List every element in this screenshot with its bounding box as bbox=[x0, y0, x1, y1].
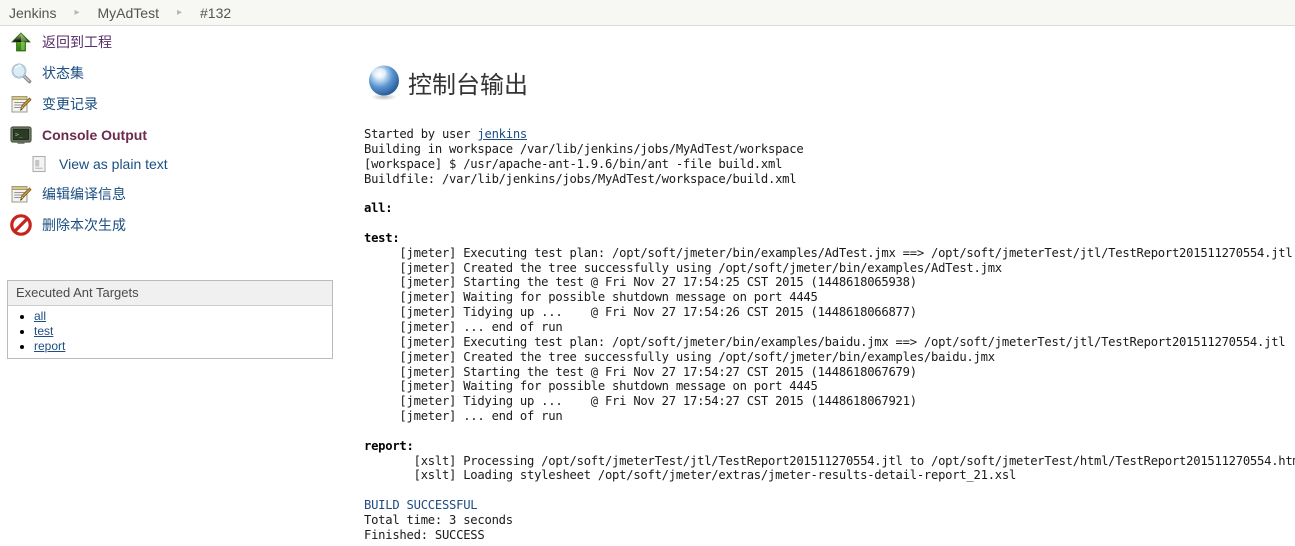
sidebar-item-delete-build[interactable]: 删除本次生成 bbox=[0, 209, 345, 240]
breadcrumb-jenkins[interactable]: Jenkins bbox=[7, 5, 58, 21]
log-line: [jmeter] Executing test plan: /opt/soft/… bbox=[364, 245, 1293, 260]
sidebar-item-label[interactable]: View as plain text bbox=[59, 156, 168, 172]
ant-target-link[interactable]: test bbox=[34, 324, 53, 338]
notepad-edit-icon bbox=[9, 92, 33, 116]
log-blank-line bbox=[364, 424, 1289, 439]
executed-ant-targets-panel: Executed Ant Targets all test report bbox=[7, 280, 333, 359]
sidebar-item-edit-build-information[interactable]: 编辑编译信息 bbox=[0, 178, 345, 209]
blue-sphere-icon bbox=[364, 62, 404, 102]
log-line: [jmeter] Created the tree successfully u… bbox=[364, 260, 1002, 275]
sidebar-item-label[interactable]: 变更记录 bbox=[42, 94, 98, 114]
sidebar-item-label: Console Output bbox=[42, 126, 147, 143]
log-target-name: all: bbox=[364, 201, 393, 216]
log-line: Buildfile: /var/lib/jenkins/jobs/MyAdTes… bbox=[364, 171, 797, 186]
log-line: [jmeter] Starting the test @ Fri Nov 27 … bbox=[364, 275, 917, 290]
log-target-header: all: bbox=[364, 201, 1289, 216]
main-content: 控制台输出 Started by user jenkins Building in… bbox=[364, 26, 1295, 543]
breadcrumb-build-132[interactable]: #132 bbox=[198, 5, 233, 21]
breadcrumb-separator-icon: ▸ bbox=[176, 7, 182, 18]
log-line-started-by-user: Started by user jenkins bbox=[364, 127, 528, 141]
log-target-name: report: bbox=[364, 438, 414, 453]
magnifier-icon bbox=[9, 61, 33, 85]
sidebar-item-console-output[interactable]: >_ Console Output bbox=[0, 119, 345, 150]
sidebar-item-back-to-project[interactable]: 返回到工程 bbox=[0, 26, 345, 57]
log-blank-line bbox=[364, 186, 1289, 201]
log-line: [jmeter] Waiting for possible shutdown m… bbox=[364, 379, 818, 394]
list-item: report bbox=[34, 339, 332, 354]
log-line: [jmeter] Starting the test @ Fri Nov 27 … bbox=[364, 364, 917, 379]
breadcrumb-myadtest[interactable]: MyAdTest bbox=[96, 5, 161, 21]
notepad-edit-icon bbox=[9, 182, 33, 206]
svg-text:>_: >_ bbox=[15, 130, 23, 138]
log-blank-line bbox=[364, 216, 1289, 231]
sidebar-item-changes[interactable]: 变更记录 bbox=[0, 88, 345, 119]
log-line: Building in workspace /var/lib/jenkins/j… bbox=[364, 141, 804, 156]
log-line: [jmeter] Executing test plan: /opt/soft/… bbox=[364, 334, 1286, 349]
sidebar-item-label[interactable]: 删除本次生成 bbox=[42, 215, 126, 235]
log-target-header: report: bbox=[364, 439, 1289, 454]
status-badge: BUILD SUCCESSFUL bbox=[364, 498, 478, 513]
sidebar-item-status-set[interactable]: 状态集 bbox=[0, 57, 345, 88]
log-line: [jmeter] Waiting for possible shutdown m… bbox=[364, 290, 818, 305]
log-line: [jmeter] Tidying up ... @ Fri Nov 27 17:… bbox=[364, 305, 917, 320]
log-line: [jmeter] Tidying up ... @ Fri Nov 27 17:… bbox=[364, 394, 917, 409]
build-status-line: BUILD SUCCESSFUL bbox=[364, 498, 1289, 513]
user-link[interactable]: jenkins bbox=[477, 127, 527, 141]
log-target-name: test: bbox=[364, 230, 400, 245]
log-line: [jmeter] ... end of run bbox=[364, 319, 563, 334]
up-arrow-icon bbox=[9, 30, 33, 54]
sidebar-item-label[interactable]: 状态集 bbox=[42, 63, 84, 83]
log-line: [workspace] $ /usr/apache-ant-1.9.6/bin/… bbox=[364, 156, 783, 171]
ant-target-link[interactable]: report bbox=[34, 339, 65, 353]
sidebar: 返回到工程 状态集 变更记录 >_ Console Output View as… bbox=[0, 26, 345, 240]
panel-title: Executed Ant Targets bbox=[8, 281, 332, 306]
page-title: 控制台输出 bbox=[364, 59, 1289, 105]
sidebar-item-label[interactable]: 编辑编译信息 bbox=[42, 184, 126, 204]
log-line: [xslt] Loading stylesheet /opt/soft/jmet… bbox=[364, 468, 1017, 483]
log-blank-line bbox=[364, 483, 1289, 498]
log-line: Total time: 3 seconds bbox=[364, 512, 513, 527]
ant-target-link[interactable]: all bbox=[34, 309, 46, 323]
sidebar-item-label[interactable]: 返回到工程 bbox=[42, 32, 112, 52]
page-title-text: 控制台输出 bbox=[408, 70, 528, 99]
list-item: test bbox=[34, 324, 332, 339]
log-line: [jmeter] ... end of run bbox=[364, 409, 563, 424]
console-output-log[interactable]: Started by user jenkins Building in works… bbox=[364, 127, 1295, 543]
log-target-header: test: bbox=[364, 231, 1289, 246]
log-line: [xslt] Processing /opt/soft/jmeterTest/j… bbox=[364, 453, 1295, 468]
log-line: Finished: SUCCESS bbox=[364, 527, 485, 542]
terminal-icon: >_ bbox=[9, 123, 33, 147]
breadcrumb-separator-icon: ▸ bbox=[74, 7, 80, 18]
ant-targets-list: all test report bbox=[8, 309, 332, 354]
no-entry-icon bbox=[9, 213, 33, 237]
list-item: all bbox=[34, 309, 332, 324]
document-icon bbox=[29, 154, 49, 174]
breadcrumb: Jenkins ▸ MyAdTest ▸ #132 bbox=[0, 0, 1295, 26]
log-line: [jmeter] Created the tree successfully u… bbox=[364, 349, 995, 364]
sidebar-item-view-as-plain-text[interactable]: View as plain text bbox=[0, 150, 345, 178]
